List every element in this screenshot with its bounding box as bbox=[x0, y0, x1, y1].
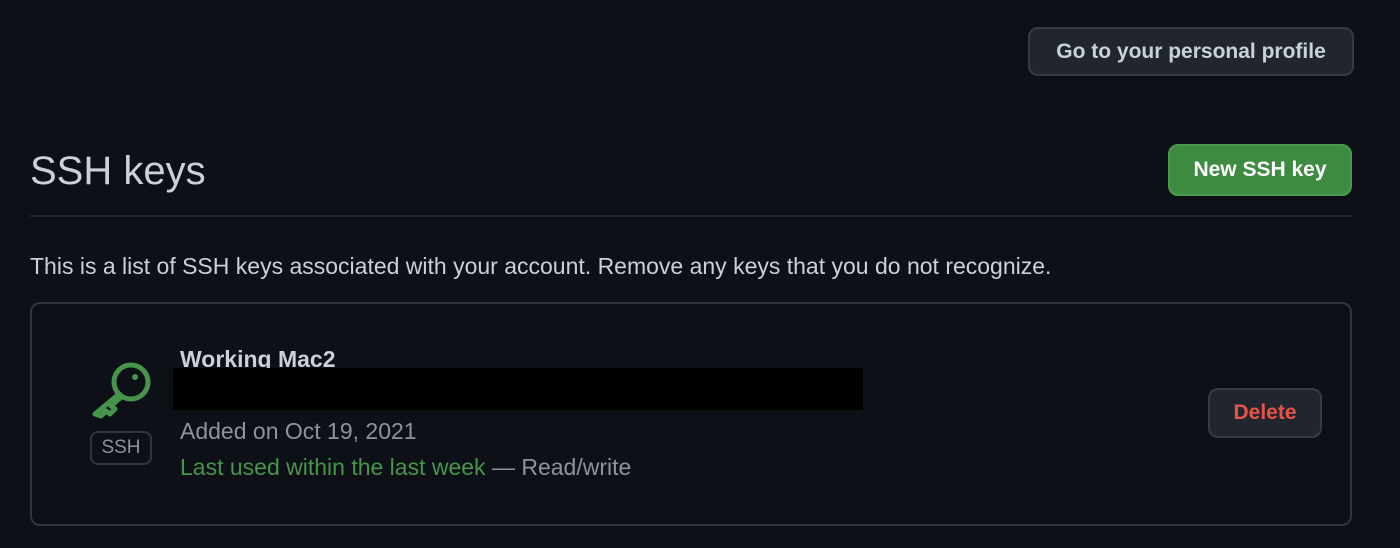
section-divider bbox=[30, 215, 1352, 217]
ssh-type-badge: SSH bbox=[90, 431, 152, 465]
ssh-key-usage: Last used within the last week — Read/wr… bbox=[180, 452, 631, 482]
go-to-personal-profile-button[interactable]: Go to your personal profile bbox=[1028, 27, 1354, 76]
ssh-key-added-date: Added on Oct 19, 2021 bbox=[180, 418, 417, 444]
ssh-key-list-item bbox=[30, 302, 1352, 526]
ssh-key-access: — Read/write bbox=[485, 454, 632, 480]
delete-ssh-key-button[interactable]: Delete bbox=[1208, 388, 1322, 438]
ssh-key-last-used: Last used within the last week bbox=[180, 454, 486, 480]
new-ssh-key-button[interactable]: New SSH key bbox=[1168, 144, 1352, 196]
section-description: This is a list of SSH keys associated wi… bbox=[30, 253, 1052, 279]
page-title: SSH keys bbox=[30, 149, 206, 193]
redacted-fingerprint bbox=[173, 368, 863, 410]
key-icon bbox=[92, 362, 151, 419]
